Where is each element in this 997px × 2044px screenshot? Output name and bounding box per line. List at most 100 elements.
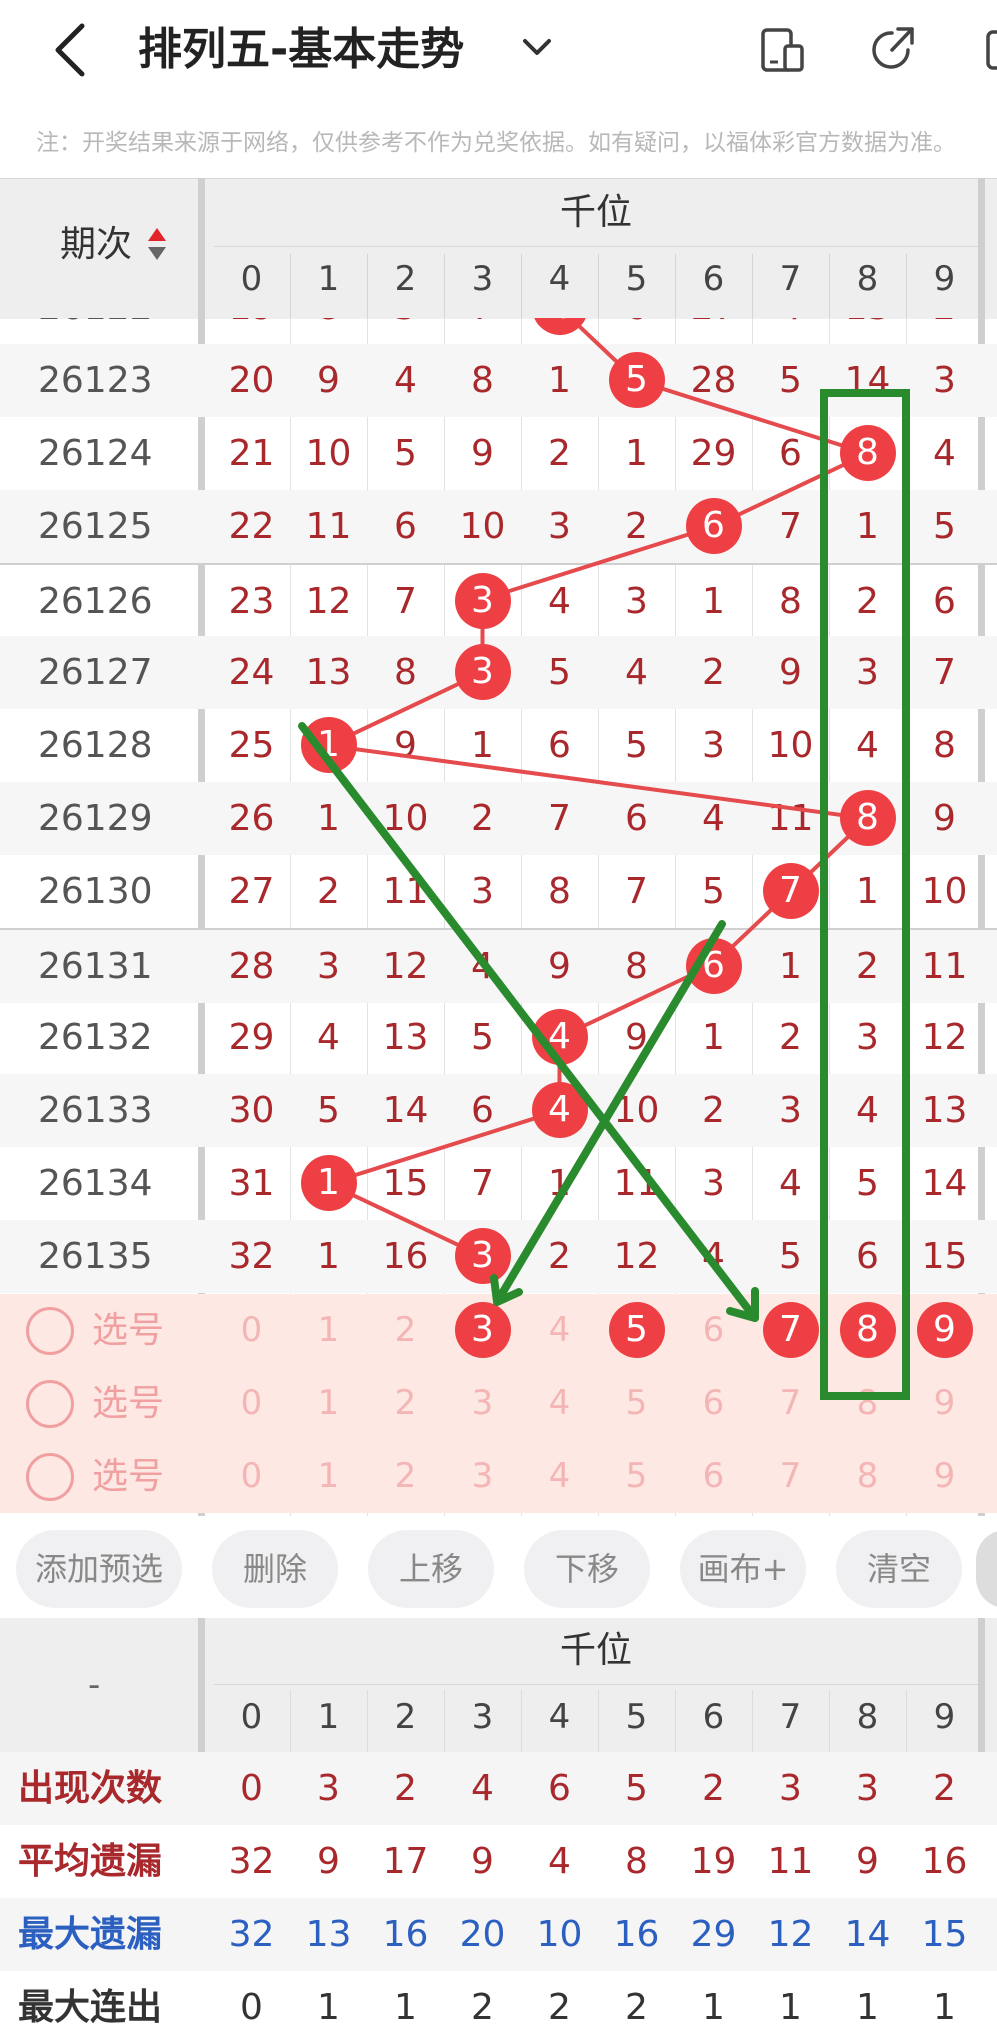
stats-value: 8 — [625, 1841, 648, 1882]
action-button[interactable]: 上移 — [368, 1530, 494, 1608]
drawn-number-ball: 1 — [300, 717, 357, 773]
header-divider — [214, 246, 978, 247]
stats-row: 最大遗漏 32 13 16 20 10 16 29 12 14 15 — [0, 1898, 997, 1971]
drawn-number-ball: 4 — [531, 1009, 588, 1065]
grid-line — [752, 254, 753, 318]
stats-value: 0 — [240, 1987, 263, 2028]
column-header-9: 9 — [933, 259, 956, 299]
share-icon[interactable] — [868, 24, 918, 74]
column-header-8: 8 — [856, 259, 879, 299]
trend-line — [321, 318, 873, 1259]
column-header-5: 5 — [625, 259, 648, 299]
drawn-number-ball: 4 — [531, 1082, 588, 1138]
stats-value: 15 — [921, 1914, 968, 1955]
drawn-number-ball: 5 — [608, 352, 665, 408]
stats-value: 29 — [690, 1914, 737, 1955]
selected-number-ball[interactable]: 9 — [916, 1302, 973, 1358]
stats-value: 1 — [933, 1987, 956, 2028]
stats-value: 16 — [382, 1914, 429, 1955]
stats-value: 4 — [471, 1768, 494, 1809]
drawn-number-ball: 6 — [685, 498, 742, 554]
stats-value: 20 — [459, 1914, 506, 1955]
back-arrow-icon[interactable] — [50, 18, 94, 82]
stats-value: 10 — [536, 1914, 583, 1955]
grid-line — [906, 254, 907, 318]
grid-line — [290, 254, 291, 318]
drawn-number-ball: 8 — [839, 425, 896, 481]
column-header-7: 7 — [779, 259, 802, 299]
stats-value: 2 — [625, 1987, 648, 2028]
selected-number-ball[interactable]: 5 — [608, 1302, 665, 1358]
stats-column-header-1: 1 — [317, 1697, 340, 1737]
stats-value: 0 — [240, 1768, 263, 1809]
drawn-number-ball: 3 — [454, 1228, 511, 1284]
stats-column-header-4: 4 — [548, 1697, 571, 1737]
selected-number-ball[interactable]: 7 — [762, 1302, 819, 1358]
grid-line — [829, 254, 830, 318]
stats-row-label: 最大连出 — [18, 1987, 163, 2028]
column-header-3: 3 — [471, 259, 494, 299]
stats-value: 2 — [471, 1987, 494, 2028]
column-header-4: 4 — [548, 259, 571, 299]
selected-number-ball[interactable]: 8 — [839, 1302, 896, 1358]
grid-line — [675, 254, 676, 318]
drawn-number-ball: 6 — [685, 938, 742, 994]
disclaimer-notice: 注：开奖结果来源于网络，仅供参考不作为兑奖依据。如有疑问，以福体彩官方数据为准。 — [36, 130, 956, 156]
action-button[interactable]: 画布+ — [680, 1530, 806, 1608]
selected-number-ball[interactable]: 3 — [454, 1302, 511, 1358]
sort-up-icon[interactable] — [148, 228, 166, 241]
grid-line — [367, 254, 368, 318]
stats-section-header: 千位 — [559, 1630, 632, 1671]
stats-column-header-9: 9 — [933, 1697, 956, 1737]
action-button[interactable]: 清空 — [836, 1530, 962, 1608]
column-header-0: 0 — [240, 259, 263, 299]
stats-value: 1 — [779, 1987, 802, 2028]
grid-line — [521, 254, 522, 318]
column-header-6: 6 — [702, 259, 725, 299]
action-button[interactable]: 下移 — [524, 1530, 650, 1608]
period-column-header[interactable]: 期次 — [60, 220, 132, 270]
stats-column-header-8: 8 — [856, 1697, 879, 1737]
stats-value: 2 — [394, 1768, 417, 1809]
stats-value: 1 — [394, 1987, 417, 2028]
more-button-partial[interactable] — [976, 1530, 997, 1608]
stats-corner: - — [88, 1665, 101, 1705]
trend-table-body[interactable]: 2612219837462741322612320948152851432612… — [0, 318, 997, 1516]
stats-value: 9 — [471, 1841, 494, 1882]
grid-line — [444, 254, 445, 318]
action-button[interactable]: 添加预选 — [16, 1530, 182, 1608]
action-button[interactable]: 删除 — [212, 1530, 338, 1608]
stats-value: 5 — [625, 1768, 648, 1809]
stats-row: 最大连出 0 1 1 2 2 2 1 1 1 1 — [0, 1971, 997, 2044]
chevron-down-icon[interactable] — [520, 30, 554, 64]
stats-row-label: 平均遗漏 — [18, 1841, 163, 1882]
stats-value: 9 — [317, 1841, 340, 1882]
drawn-number-ball: 3 — [454, 573, 511, 629]
stats-value: 12 — [767, 1914, 814, 1955]
thousands-section-header: 千位 — [559, 192, 632, 233]
stats-row: 出现次数 0 3 2 4 6 5 2 3 3 2 — [0, 1752, 997, 1825]
stats-value: 6 — [548, 1768, 571, 1809]
drawn-number-ball: 8 — [839, 790, 896, 846]
page-title[interactable]: 排列五-基本走势 — [138, 18, 464, 82]
stats-row: 平均遗漏 32 9 17 9 4 8 19 11 9 16 — [0, 1825, 997, 1898]
stats-row-label: 出现次数 — [18, 1768, 163, 1809]
stats-value: 11 — [767, 1841, 814, 1882]
stats-value: 1 — [856, 1987, 879, 2028]
stats-column-header-5: 5 — [625, 1697, 648, 1737]
stats-column-header-2: 2 — [394, 1697, 417, 1737]
stats-value: 4 — [548, 1841, 571, 1882]
stats-value: 3 — [856, 1768, 879, 1809]
drawn-number-ball: 1 — [300, 1155, 357, 1211]
drawn-number-ball: 3 — [454, 644, 511, 700]
phone-layout-icon[interactable] — [758, 26, 806, 74]
stats-value: 1 — [317, 1987, 340, 2028]
stats-value: 16 — [613, 1914, 660, 1955]
stats-value: 32 — [228, 1914, 275, 1955]
grid-line — [598, 254, 599, 318]
column-header-2: 2 — [394, 259, 417, 299]
stats-value: 13 — [305, 1914, 352, 1955]
sort-down-icon[interactable] — [148, 247, 166, 260]
stats-value: 2 — [548, 1987, 571, 2028]
more-icon[interactable] — [985, 28, 997, 72]
